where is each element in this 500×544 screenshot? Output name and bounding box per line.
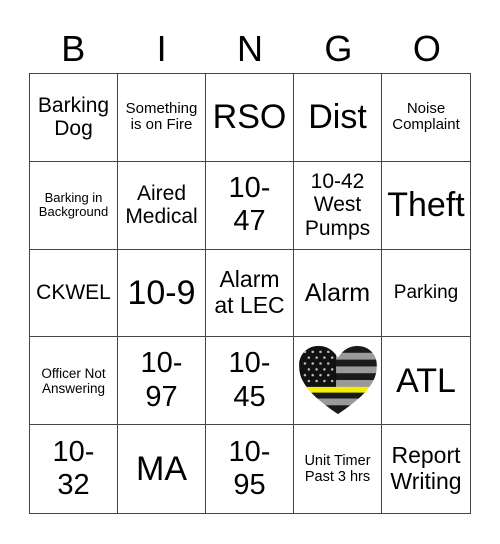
bingo-header: B I N G O	[29, 26, 471, 72]
bingo-cell[interactable]: Noise Complaint	[382, 74, 470, 162]
bingo-cell[interactable]: 10-9	[118, 249, 206, 338]
header-letter-n: N	[237, 28, 264, 69]
bingo-cell[interactable]: Something is on Fire	[118, 74, 206, 162]
cell-label: Alarm at LEC	[214, 266, 285, 318]
bingo-cell[interactable]: Barking Dog	[30, 74, 118, 162]
bingo-cell[interactable]: CKWEL	[30, 249, 118, 338]
bingo-cell[interactable]: Theft	[382, 162, 470, 250]
cell-label: Noise Complaint	[392, 99, 460, 134]
bingo-cell[interactable]: Report Writing	[382, 425, 470, 513]
bingo-cell[interactable]: Unit Timer Past 3 hrs	[294, 425, 382, 513]
cell-label: Report Writing	[390, 442, 462, 495]
bingo-cell[interactable]: 10-95	[206, 425, 294, 513]
cell-label: Aired Medical	[125, 181, 198, 229]
cell-label: 10-42 West Pumps	[304, 169, 371, 240]
bingo-cell[interactable]: ATL	[382, 337, 470, 426]
header-letter-o: O	[412, 28, 441, 69]
cell-label: Something is on Fire	[125, 99, 198, 134]
cell-label: 10-97	[140, 347, 183, 413]
cell-label: CKWEL	[36, 281, 111, 305]
cell-label: RSO	[212, 98, 287, 137]
bingo-cell[interactable]: 10-32	[30, 425, 118, 513]
cell-label: Theft	[387, 186, 465, 225]
bingo-cell[interactable]: RSO	[206, 74, 294, 162]
bingo-cell[interactable]: 10-45	[206, 337, 294, 426]
cell-label: Unit Timer Past 3 hrs	[304, 452, 371, 486]
bingo-cell[interactable]: 10-97	[118, 337, 206, 426]
cell-label: 10-45	[228, 347, 271, 413]
bingo-free-space[interactable]	[294, 337, 382, 426]
bingo-cell[interactable]: 10-42 West Pumps	[294, 161, 382, 250]
bingo-cell[interactable]: MA	[118, 425, 206, 513]
cell-label: Dist	[308, 98, 367, 137]
bingo-card-grid: Barking Dog Something is on Fire RSO Dis…	[29, 73, 471, 514]
cell-label: 10-95	[228, 435, 271, 502]
thin-yellow-line-flag-heart-icon	[298, 345, 377, 414]
header-letter-g: G	[324, 28, 353, 69]
cell-label: 10-47	[228, 171, 271, 238]
bingo-cell[interactable]: Alarm	[294, 249, 382, 338]
cell-label: Parking	[393, 282, 459, 304]
cell-label: Officer Not Answering	[41, 365, 106, 396]
bingo-cell[interactable]: Alarm at LEC	[206, 249, 294, 338]
cell-label: Barking Dog	[37, 93, 110, 141]
bingo-cell[interactable]: Barking in Background	[30, 161, 118, 250]
header-letter-i: I	[156, 28, 167, 69]
cell-label: Barking in Background	[38, 189, 109, 220]
bingo-cell[interactable]: Aired Medical	[118, 161, 206, 250]
bingo-cell[interactable]: Officer Not Answering	[30, 337, 118, 426]
cell-label: MA	[136, 450, 187, 489]
bingo-cell[interactable]: Parking	[382, 250, 470, 338]
header-letter-b: B	[61, 28, 86, 69]
bingo-cell[interactable]: Dist	[294, 74, 382, 162]
bingo-cell[interactable]: 10-47	[206, 161, 294, 250]
cell-label: Alarm	[304, 278, 371, 307]
cell-label: 10-32	[52, 435, 95, 502]
cell-label: 10-9	[127, 273, 196, 312]
cell-label: ATL	[396, 361, 456, 400]
